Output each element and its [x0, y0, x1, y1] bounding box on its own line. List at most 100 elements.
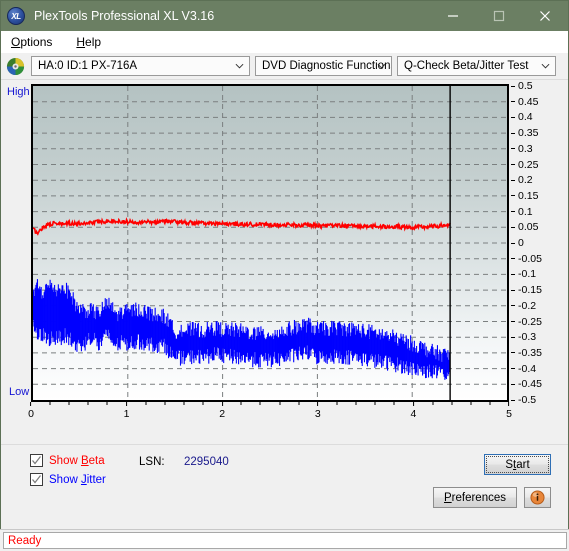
minimize-icon[interactable] — [430, 1, 476, 31]
x-tick-label: 2 — [219, 408, 226, 420]
y-tick-label: -0.15 — [518, 284, 542, 297]
y-tick-mark — [511, 289, 515, 291]
chart-low-label: Low — [9, 386, 30, 398]
x-minor-tick — [183, 402, 185, 405]
status-bar: Ready — [0, 529, 569, 551]
y-tick-mark — [511, 336, 515, 338]
title-bar: XL PlexTools Professional XL V3.16 — [1, 1, 568, 31]
y-tick-mark — [511, 116, 515, 118]
y-tick-label: -0.3 — [518, 331, 537, 344]
drive-select[interactable]: HA:0 ID:1 PX-716A — [31, 56, 250, 76]
menu-item-options[interactable]: Options — [9, 34, 54, 50]
plot-area — [31, 84, 509, 402]
x-tick-label: 3 — [314, 408, 321, 420]
x-minor-tick — [298, 402, 300, 405]
menu-bar: Options Help — [1, 31, 568, 53]
y-tick-mark — [511, 85, 515, 87]
test-select[interactable]: Q-Check Beta/Jitter Test — [397, 56, 556, 76]
close-icon[interactable] — [522, 1, 568, 31]
y-tick: -0.2 — [511, 301, 536, 311]
x-tick-label: 5 — [506, 408, 512, 420]
menu-item-help[interactable]: Help — [74, 34, 103, 50]
y-tick-label: 0.05 — [518, 221, 539, 234]
x-tick-mark — [30, 402, 32, 406]
x-tick-mark — [508, 402, 510, 406]
menu-options-rest: ptions — [20, 34, 53, 49]
show-jitter-checkbox[interactable] — [30, 473, 43, 486]
show-jitter-checkbox-row[interactable]: Show Jitter — [30, 473, 106, 486]
y-tick-label: 0.35 — [518, 127, 539, 140]
chart-high-label: High — [7, 86, 30, 98]
show-beta-label-pre: Show — [49, 454, 81, 467]
y-tick: -0.3 — [511, 332, 536, 342]
disc-drive-icon — [6, 57, 25, 75]
x-tick: 1 — [124, 402, 130, 420]
x-minor-tick — [451, 402, 453, 405]
chart-panel: High Low 0.5 0.45 0.4 0.35 0.3 0.25 0.2 0.15 0.1… — [1, 80, 568, 444]
y-tick-mark — [511, 383, 515, 385]
x-minor-tick — [164, 402, 166, 405]
preferences-button-label: Preferences — [444, 492, 506, 504]
y-tick-mark — [511, 399, 515, 401]
x-tick-mark — [317, 402, 319, 406]
y-tick-label: 0.25 — [518, 158, 539, 171]
status-text: Ready — [8, 534, 42, 547]
preferences-button[interactable]: Preferences — [433, 487, 517, 508]
y-tick: -0.35 — [511, 348, 542, 358]
x-tick: 5 — [506, 402, 512, 420]
y-tick: 0.5 — [511, 81, 533, 91]
show-beta-label-accel: B — [80, 454, 89, 467]
function-select[interactable]: DVD Diagnostic Functions — [255, 56, 392, 76]
test-select-value: Q-Check Beta/Jitter Test — [404, 60, 529, 72]
x-tick: 3 — [315, 402, 321, 420]
x-minor-tick — [489, 402, 491, 405]
x-tick-label: 1 — [123, 408, 130, 420]
menu-help-rest: elp — [85, 34, 102, 49]
y-tick: 0.4 — [511, 111, 533, 124]
y-tick-label: 0.4 — [518, 111, 533, 124]
y-tick-label: 0.15 — [518, 189, 539, 202]
y-tick-mark — [511, 195, 515, 197]
x-tick-label: 0 — [28, 408, 34, 420]
menu-help-accel: H — [76, 34, 86, 49]
y-tick: 0.25 — [511, 158, 539, 171]
x-tick-mark — [126, 402, 128, 406]
prefs-label-post: references — [451, 491, 506, 504]
start-label-pre: S — [505, 458, 514, 471]
x-tick-mark — [221, 402, 223, 406]
check-icon — [32, 456, 41, 465]
y-tick-label: 0.45 — [518, 95, 539, 108]
start-button[interactable]: Start — [484, 454, 551, 475]
show-beta-checkbox[interactable] — [30, 454, 43, 467]
show-jitter-label-post: itter — [86, 473, 106, 486]
y-tick-mark — [511, 164, 515, 165]
y-tick-label: -0.25 — [518, 315, 542, 328]
x-minor-tick — [145, 402, 147, 405]
chevron-down-icon — [235, 63, 244, 69]
y-tick-mark — [511, 352, 515, 354]
y-tick: -0.5 — [511, 395, 536, 405]
x-axis: 0 1 2 3 4 5 — [28, 402, 512, 428]
x-minor-tick — [106, 402, 108, 405]
maximize-icon[interactable] — [476, 1, 522, 31]
x-minor-tick — [259, 402, 261, 405]
y-tick-label: 0 — [518, 237, 524, 249]
x-tick: 0 — [28, 402, 34, 420]
plot-svg — [33, 86, 507, 400]
show-beta-checkbox-row[interactable]: Show Beta — [30, 454, 105, 467]
y-tick-mark — [511, 148, 515, 150]
y-tick: -0.05 — [511, 252, 542, 265]
lsn-value: 2295040 — [184, 456, 229, 468]
show-jitter-label-pre: Show — [49, 473, 81, 486]
y-tick-label: -0.05 — [518, 252, 542, 265]
y-tick-label: 0.1 — [518, 205, 533, 218]
x-minor-tick — [374, 402, 376, 405]
info-button[interactable] — [524, 487, 551, 508]
plot-canvas — [33, 86, 507, 400]
y-tick-label: -0.1 — [518, 268, 537, 281]
info-icon — [530, 490, 545, 505]
y-tick: 0.05 — [511, 221, 539, 234]
x-minor-tick — [68, 402, 70, 405]
chevron-down-icon — [377, 63, 386, 69]
x-tick: 4 — [410, 402, 416, 420]
